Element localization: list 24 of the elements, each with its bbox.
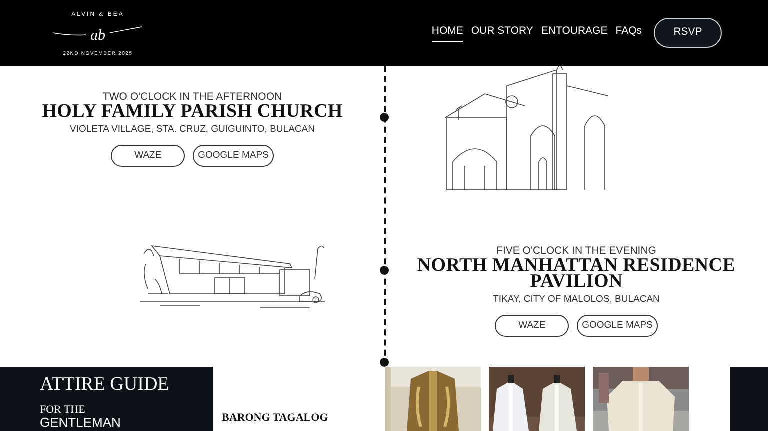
maps-button[interactable]: GOOGLE MAPS xyxy=(193,144,274,167)
attire-subtitle: FOR THE xyxy=(40,404,86,416)
event-time: TWO O'CLOCK IN THE AFTERNOON xyxy=(102,92,282,104)
dark-panel xyxy=(730,367,768,431)
event-time: FIVE O'CLOCK IN THE EVENING xyxy=(496,246,656,258)
venue-name: NORTH MANHATTAN RESIDENCE PAVILION xyxy=(416,258,737,290)
timeline-dot xyxy=(380,358,389,367)
nav-link[interactable]: OUR STORY xyxy=(471,24,534,42)
venue-name: HOLY FAMILY PARISH CHURCH xyxy=(42,104,343,120)
attire-audience: GENTLEMAN xyxy=(40,416,122,429)
maps-button[interactable]: GOOGLE MAPS xyxy=(577,315,658,338)
waze-button[interactable]: WAZE xyxy=(495,315,570,338)
nav-link[interactable]: FAQs xyxy=(616,24,642,42)
attire-item-label: BARONG TAGALOG xyxy=(222,410,328,426)
nav-link[interactable]: HOME xyxy=(432,24,464,42)
rsvp-button[interactable]: RSVP xyxy=(654,18,722,48)
timeline-dot xyxy=(380,266,389,275)
venue-address: TIKAY, CITY OF MALOLOS, BULACAN xyxy=(493,292,660,307)
attire-title: ATTIRE GUIDE xyxy=(40,375,170,396)
monogram: ab xyxy=(90,28,106,44)
nav-link[interactable]: ENTOURAGE xyxy=(541,24,608,42)
waze-button[interactable]: WAZE xyxy=(111,144,186,167)
venue-address: VIOLETA VILLAGE, STA. CRUZ, GUIGUINTO, BULACAN xyxy=(70,122,315,137)
timeline-dot xyxy=(380,113,389,122)
